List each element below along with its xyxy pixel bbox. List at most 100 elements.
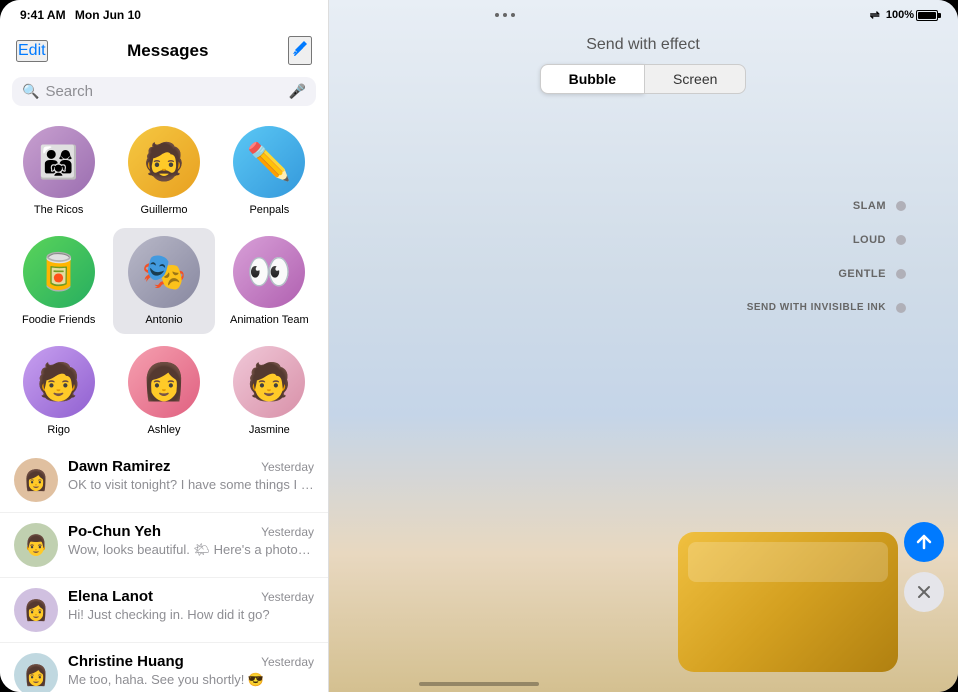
search-bar[interactable]: 🔍 Search 🎤 — [12, 77, 316, 106]
conv-time-christine: Yesterday — [261, 655, 314, 669]
effect-toggle: Bubble Screen — [328, 64, 958, 94]
status-time-date: 9:41 AM Mon Jun 10 — [20, 8, 141, 22]
battery-percent: 100% — [886, 9, 914, 21]
conv-name-elena: Elena Lanot — [68, 588, 153, 605]
sidebar-header: Edit Messages — [0, 28, 328, 71]
pinned-contact-jasmine[interactable]: 🧑 Jasmine — [219, 338, 320, 444]
bubble-tab[interactable]: Bubble — [540, 64, 644, 94]
pinned-label-guillermo: Guillermo — [140, 204, 187, 216]
effect-row-invisible: SEND WITH INVISIBLE INK — [747, 302, 906, 313]
pinned-label-ashley: Ashley — [147, 424, 180, 436]
conversation-elena[interactable]: 👩 Elena Lanot Yesterday Hi! Just checkin… — [0, 578, 328, 643]
messages-sidebar: Edit Messages 🔍 Search 🎤 👨‍👩‍👧 — [0, 0, 328, 692]
screen-tab[interactable]: Screen — [644, 64, 746, 94]
effect-label-invisible: SEND WITH INVISIBLE INK — [747, 302, 886, 313]
bubble-shine — [688, 542, 888, 582]
sidebar-title: Messages — [127, 41, 208, 61]
conversation-list: 👩 Dawn Ramirez Yesterday OK to visit ton… — [0, 448, 328, 692]
avatar-jasmine: 🧑 — [233, 346, 305, 418]
avatar-guillermo: 🧔 — [128, 126, 200, 198]
avatar-penpals: ✏️ — [233, 126, 305, 198]
battery-fill — [918, 12, 936, 19]
conv-name-christine: Christine Huang — [68, 653, 184, 670]
avatar-animation: 👀 — [233, 236, 305, 308]
pinned-contact-penpals[interactable]: ✏️ Penpals — [219, 118, 320, 224]
conversation-dawn[interactable]: 👩 Dawn Ramirez Yesterday OK to visit ton… — [0, 448, 328, 513]
mic-icon[interactable]: 🎤 — [289, 83, 306, 100]
pinned-label-ricos: The Ricos — [34, 204, 84, 216]
conv-header-pochun: Po-Chun Yeh Yesterday — [68, 523, 314, 540]
conv-header-dawn: Dawn Ramirez Yesterday — [68, 458, 314, 475]
conv-time-pochun: Yesterday — [261, 525, 314, 539]
effect-dot-loud — [896, 235, 906, 245]
conv-header-elena: Elena Lanot Yesterday — [68, 588, 314, 605]
pinned-label-animation: Animation Team — [230, 314, 309, 326]
battery-indicator: 100% — [886, 9, 938, 21]
pinned-contact-ricos[interactable]: 👨‍👩‍👧 The Ricos — [8, 118, 109, 224]
conv-preview-dawn: OK to visit tonight? I have some things … — [68, 477, 314, 492]
effect-label-gentle: GENTLE — [838, 268, 886, 280]
avatar-christine: 👩 — [14, 653, 58, 692]
effect-dot-invisible — [896, 303, 906, 313]
pinned-contact-antonio[interactable]: 🎭 Antonio — [113, 228, 214, 334]
effect-options: SLAM LOUD GENTLE SEND WITH INVISIBLE INK — [747, 200, 906, 313]
battery-bar — [916, 10, 938, 21]
avatar-ashley: 👩 — [128, 346, 200, 418]
conv-time-elena: Yesterday — [261, 590, 314, 604]
conv-name-pochun: Po-Chun Yeh — [68, 523, 161, 540]
pinned-contact-guillermo[interactable]: 🧔 Guillermo — [113, 118, 214, 224]
pinned-label-penpals: Penpals — [249, 204, 289, 216]
conversation-pochun[interactable]: 👨 Po-Chun Yeh Yesterday Wow, looks beaut… — [0, 513, 328, 578]
conv-preview-pochun: Wow, looks beautiful. 🌤 Here's a photo o… — [68, 542, 314, 558]
status-bar: 9:41 AM Mon Jun 10 ⇌ 100% — [0, 0, 958, 30]
conv-header-christine: Christine Huang Yesterday — [68, 653, 314, 670]
conv-time-dawn: Yesterday — [261, 460, 314, 474]
compose-icon — [290, 38, 310, 58]
effect-dot-slam — [896, 201, 906, 211]
conv-preview-elena: Hi! Just checking in. How did it go? — [68, 607, 314, 622]
avatar-pochun: 👨 — [14, 523, 58, 567]
effect-label-slam: SLAM — [853, 200, 886, 212]
status-time: 9:41 AM — [20, 8, 66, 22]
pinned-label-rigo: Rigo — [47, 424, 70, 436]
status-dots — [495, 13, 515, 17]
pinned-contact-rigo[interactable]: 🧑 Rigo — [8, 338, 109, 444]
conv-body-christine: Christine Huang Yesterday Me too, haha. … — [68, 653, 314, 688]
avatar-ricos: 👨‍👩‍👧 — [23, 126, 95, 198]
pinned-label-foodie: Foodie Friends — [22, 314, 95, 326]
compose-button[interactable] — [288, 36, 312, 65]
edit-button[interactable]: Edit — [16, 40, 48, 62]
effect-row-gentle: GENTLE — [838, 268, 906, 280]
avatar-elena: 👩 — [14, 588, 58, 632]
conv-preview-christine: Me too, haha. See you shortly! 😎 — [68, 672, 314, 688]
conv-body-dawn: Dawn Ramirez Yesterday OK to visit tonig… — [68, 458, 314, 492]
conv-name-dawn: Dawn Ramirez — [68, 458, 171, 475]
avatar-dawn: 👩 — [14, 458, 58, 502]
pinned-contact-animation[interactable]: 👀 Animation Team — [219, 228, 320, 334]
bubble-image — [678, 532, 898, 672]
pinned-contact-foodie[interactable]: 🥫 Foodie Friends — [8, 228, 109, 334]
effect-dot-gentle — [896, 269, 906, 279]
pinned-label-antonio: Antonio — [145, 314, 182, 326]
search-placeholder: Search — [45, 83, 282, 100]
status-date: Mon Jun 10 — [75, 8, 141, 22]
effect-row-loud: LOUD — [853, 234, 906, 246]
conv-body-pochun: Po-Chun Yeh Yesterday Wow, looks beautif… — [68, 523, 314, 558]
avatar-antonio: 🎭 — [128, 236, 200, 308]
effect-label-loud: LOUD — [853, 234, 886, 246]
search-icon: 🔍 — [22, 83, 39, 100]
wifi-icon: ⇌ — [870, 8, 880, 22]
home-indicator — [419, 682, 539, 686]
sidebar-divider — [328, 0, 329, 692]
pinned-contacts-grid: 👨‍👩‍👧 The Ricos 🧔 Guillermo ✏️ Penpals — [0, 114, 328, 448]
pinned-label-jasmine: Jasmine — [249, 424, 290, 436]
message-bubble-preview — [656, 532, 958, 692]
conversation-christine[interactable]: 👩 Christine Huang Yesterday Me too, haha… — [0, 643, 328, 692]
device-frame: 9:41 AM Mon Jun 10 ⇌ 100% Edit Messages — [0, 0, 958, 692]
conv-body-elena: Elena Lanot Yesterday Hi! Just checking … — [68, 588, 314, 622]
avatar-foodie: 🥫 — [23, 236, 95, 308]
status-indicators: ⇌ 100% — [870, 8, 938, 22]
effect-title: Send with effect — [328, 36, 958, 54]
pinned-contact-ashley[interactable]: 👩 Ashley — [113, 338, 214, 444]
main-panel: Send with effect Bubble Screen SLAM LOUD… — [328, 0, 958, 692]
